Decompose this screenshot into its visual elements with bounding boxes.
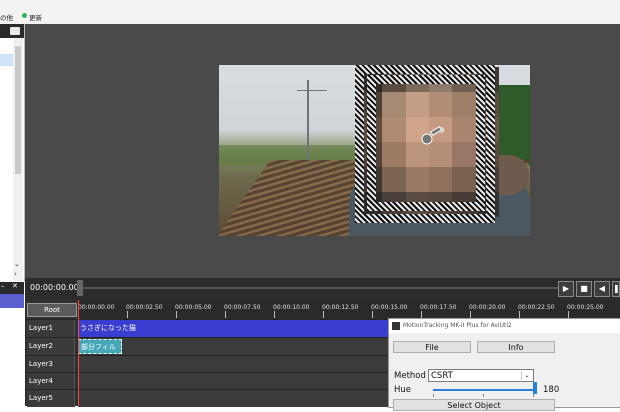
timeline-ruler[interactable]: 00:00:00.00 00:00:02.50 00:00:05.00 00:0… — [78, 300, 620, 318]
hue-slider-fill — [433, 389, 533, 391]
motion-tracking-plugin-window: MotionTracking MK-II Plus for AviUtl2 Fi… — [388, 318, 620, 411]
left-lower-header: – ✕ — [0, 282, 24, 294]
method-select[interactable]: CSRT ⌄ — [428, 369, 534, 382]
layer-name[interactable]: Layer4 — [27, 373, 75, 390]
layer-name[interactable]: Layer2 — [27, 338, 75, 355]
ruler-tick-label: 00:00:20.00 — [469, 304, 506, 311]
file-explorer-pane: ⌄ › — [0, 24, 25, 282]
video-power-pole-arm — [297, 90, 327, 91]
folder-icon[interactable] — [10, 27, 20, 35]
ruler-tick-mark — [568, 311, 569, 318]
ruler-tick-mark — [127, 311, 128, 318]
close-icon[interactable]: ✕ — [12, 282, 18, 290]
layer-name[interactable]: Layer1 — [27, 320, 75, 337]
ruler-tick-label: 00:00:22.50 — [518, 304, 555, 311]
explorer-header — [0, 24, 24, 38]
chevron-right-icon[interactable]: › — [14, 270, 17, 278]
tracking-target-icon[interactable] — [419, 125, 445, 147]
video-background-trees-right — [499, 85, 530, 165]
play-icon[interactable]: ▶ — [558, 281, 574, 297]
ruler-tick-label: 00:00:05.00 — [175, 304, 212, 311]
ruler-tick-label: 00:00:17.50 — [420, 304, 457, 311]
hue-slider-track[interactable] — [433, 389, 533, 391]
stop-icon[interactable]: ■ — [576, 281, 592, 297]
clip-partial-filter[interactable]: 部分フィルタ — [78, 339, 122, 366]
ruler-tick-mark — [372, 311, 373, 318]
status-dot-icon — [22, 13, 27, 18]
pause-icon[interactable]: ❚ — [612, 281, 620, 297]
ruler-tick-mark — [421, 311, 422, 318]
layer-name[interactable]: Layer5 — [27, 390, 75, 407]
step-back-icon[interactable]: ◀ — [594, 281, 610, 297]
hue-slider-thumb[interactable] — [533, 382, 537, 394]
method-select-value: CSRT — [431, 371, 453, 381]
left-lower-panel: – ✕ — [0, 282, 24, 406]
explorer-selected-item[interactable] — [0, 54, 13, 66]
ruler-tick-label: 00:00:15.00 — [371, 304, 408, 311]
ruler-tick-mark — [323, 311, 324, 318]
ruler-tick-mark — [225, 311, 226, 318]
ruler-tick-mark — [274, 311, 275, 318]
video-frame[interactable] — [219, 65, 530, 236]
dropdown-arrow-icon[interactable]: ⌄ — [521, 371, 532, 380]
hue-label: Hue — [394, 385, 412, 395]
menu-item-other[interactable]: の他 — [0, 12, 13, 22]
plugin-title-bar[interactable]: MotionTracking MK-II Plus for AviUtl2 — [389, 319, 620, 333]
playback-bar: 00:00:00.00 ▶ ■ ◀ ❚ — [25, 278, 620, 300]
hue-tick — [433, 394, 434, 397]
menu-bar: の他 更新 — [0, 0, 620, 25]
video-power-pole — [307, 80, 309, 160]
method-label: Method — [394, 371, 426, 381]
left-lower-selected[interactable] — [0, 294, 24, 308]
ruler-tick-mark — [470, 311, 471, 318]
ruler-tick-label: 00:00:10.00 — [273, 304, 310, 311]
hue-tick — [483, 394, 484, 397]
seek-track[interactable] — [78, 287, 558, 289]
ruler-tick-label: 00:00:25.00 — [567, 304, 604, 311]
playhead[interactable] — [78, 300, 79, 406]
app-icon — [392, 322, 400, 330]
hue-value: 180 — [543, 385, 560, 395]
ruler-tick-label: 00:00:12.50 — [322, 304, 359, 311]
ruler-tick-mark — [176, 311, 177, 318]
file-button[interactable]: File — [393, 341, 471, 353]
layer-name[interactable]: Layer3 — [27, 356, 75, 373]
select-object-button[interactable]: Select Object — [393, 399, 555, 411]
timecode-display: 00:00:00.00 — [30, 283, 79, 292]
ruler-tick-mark — [519, 311, 520, 318]
chevron-down-icon[interactable]: ⌄ — [14, 260, 20, 268]
minimize-icon[interactable]: – — [1, 282, 5, 290]
ruler-tick-label: 00:00:00.00 — [78, 304, 115, 311]
ruler-tick-label: 00:00:02.50 — [126, 304, 163, 311]
explorer-scroll-thumb[interactable] — [15, 46, 21, 174]
menu-item-update[interactable]: 更新 — [29, 12, 42, 22]
hue-tick — [533, 394, 534, 397]
seek-handle[interactable] — [77, 280, 83, 296]
ruler-tick-label: 00:00:07.50 — [224, 304, 261, 311]
root-button[interactable]: Root — [27, 303, 77, 317]
info-button[interactable]: Info — [477, 341, 555, 353]
